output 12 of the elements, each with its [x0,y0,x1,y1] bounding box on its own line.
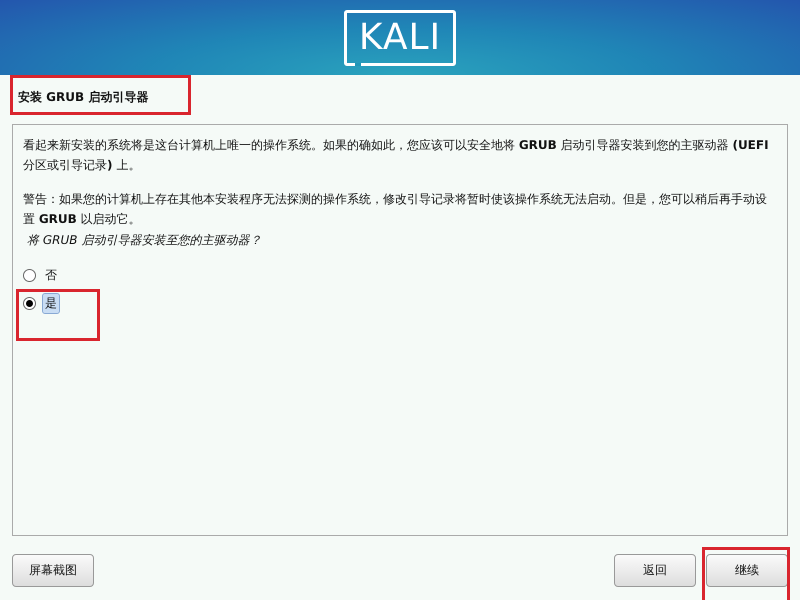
page-title: 安装 GRUB 启动引导器 [18,89,148,106]
nav-button[interactable]: 继续 [706,554,788,587]
nav-button[interactable]: 返回 [614,554,696,587]
radio-button[interactable] [23,268,36,282]
option-label[interactable]: 否 [42,264,60,286]
option-label[interactable]: 是 [42,292,60,314]
question-text: 将 GRUB 启动引导器安装至您的主驱动器？ [27,232,262,249]
description-text: 警告：如果您的计算机上存在其他本安装程序无法探测的操作系统，修改引导记录将暂时使该操作系统无法启动。但是，您可以稍后再手动设置 GRUB 以启动它。 [23,191,768,228]
screenshot-button[interactable]: 屏幕截图 [12,554,94,587]
radio-button[interactable] [23,296,36,310]
logo-text: KALI [358,17,442,58]
description-text: 看起来新安装的系统将是这台计算机上唯一的操作系统。如果的确如此，您应该可以安全地将 GRUB 启动引导器安装到您的主驱动器 (UEFI 分区或引导记录) 上。 [23,137,770,174]
